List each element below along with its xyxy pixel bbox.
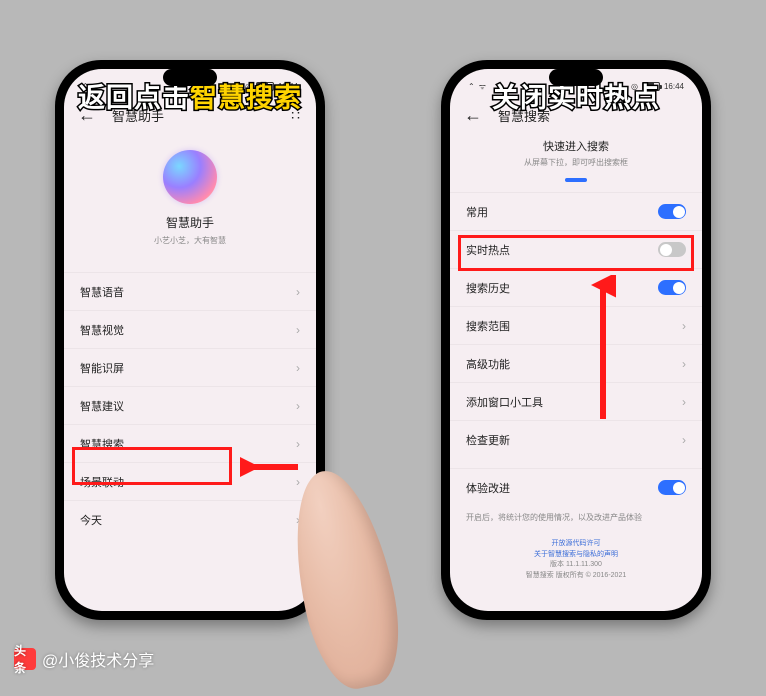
footer-copyright: 智慧搜索 版权所有 © 2016-2021 [450, 571, 702, 582]
footer-link[interactable]: 关于智慧搜索与隐私的声明 [450, 550, 702, 561]
item-label: 智能识屏 [80, 360, 124, 376]
toggle-switch[interactable] [658, 280, 686, 295]
item-label: 检查更新 [466, 432, 510, 448]
settings-list-2: 体验改进 [450, 468, 702, 506]
chevron-right-icon: › [296, 323, 300, 337]
phone-frame-left: ⌃ᯤ ◎16:44 ← 智慧助手 ∷ 智慧助手 小艺小芝，大有智慧 智慧语音› … [55, 60, 325, 620]
watermark-author: @小俊技术分享 [42, 647, 154, 671]
hero-section: 智慧助手 小艺小芝，大有智慧 [64, 132, 316, 266]
footer-version: 版本 11.1.11.300 [450, 560, 702, 571]
chevron-right-icon: › [682, 395, 686, 409]
list-item-experience[interactable]: 体验改进 [450, 468, 702, 506]
item-label: 搜索范围 [466, 318, 510, 334]
list-item-smart-search[interactable]: 智慧搜索 › [64, 424, 316, 462]
footer-link[interactable]: 开放源代码许可 [450, 539, 702, 550]
list-item-common[interactable]: 常用 [450, 192, 702, 230]
list-item-hot-topic[interactable]: 实时热点 [450, 230, 702, 268]
camera-notch [549, 69, 603, 86]
caption-white: 关闭实时热点 [492, 83, 660, 113]
toutiao-logo-icon: 头条 [14, 648, 36, 670]
caption-white: 返回点击 [78, 83, 190, 113]
footer-links: 开放源代码许可 关于智慧搜索与隐私的声明 版本 11.1.11.300 智慧搜索… [450, 539, 702, 581]
chevron-right-icon: › [296, 399, 300, 413]
experience-note: 开启后，将统计您的使用情况，以及改进产品体验 [450, 506, 702, 529]
list-item[interactable]: 搜索范围 › [450, 306, 702, 344]
item-label: 高级功能 [466, 356, 510, 372]
item-label: 搜索历史 [466, 280, 510, 296]
list-item[interactable]: 添加窗口小工具 › [450, 382, 702, 420]
settings-list: 智慧语音 › 智慧视觉 › 智能识屏 › 智慧建议 › 智慧搜索 › 场景联动 › 今天› [64, 272, 316, 538]
item-label: 智慧建议 [80, 398, 124, 414]
toggle-switch[interactable] [658, 242, 686, 257]
tip-illustration [565, 178, 587, 182]
item-label: 智慧搜索 [80, 436, 124, 452]
item-label: 场景联动 [80, 474, 124, 490]
hero-subtitle: 小艺小芝，大有智慧 [64, 235, 316, 246]
toggle-switch[interactable] [658, 480, 686, 495]
chevron-right-icon: › [296, 285, 300, 299]
phone-frame-right: ⌃ᯤ ◎16:44 ← 智慧搜索 快速进入搜索 从屏幕下拉，即可呼出搜索框 常用… [441, 60, 711, 620]
list-item[interactable]: 检查更新 › [450, 420, 702, 458]
item-label: 智慧语音 [80, 284, 124, 300]
list-item[interactable]: 智能识屏 › [64, 348, 316, 386]
left-panel: 返回点击智慧搜索 ⌃ᯤ ◎16:44 ← 智慧助手 ∷ 智慧助手 小艺小芝，大有… [0, 0, 380, 679]
item-label: 今天 [80, 512, 102, 528]
list-item[interactable]: 智慧视觉 › [64, 310, 316, 348]
item-label: 添加窗口小工具 [466, 394, 543, 410]
list-item[interactable]: 高级功能 › [450, 344, 702, 382]
tip-title: 快速进入搜索 [450, 138, 702, 154]
screen-right: ⌃ᯤ ◎16:44 ← 智慧搜索 快速进入搜索 从屏幕下拉，即可呼出搜索框 常用… [450, 69, 702, 611]
chevron-right-icon: › [296, 437, 300, 451]
item-label: 实时热点 [466, 242, 510, 258]
list-item[interactable]: 场景联动 › [64, 462, 316, 500]
chevron-right-icon: › [682, 357, 686, 371]
settings-list: 常用 实时热点 搜索历史 搜索范围 › 高级功能 › 添加窗口小工具 › 检查更新 › [450, 192, 702, 458]
tip-subtitle: 从屏幕下拉，即可呼出搜索框 [450, 157, 702, 168]
screen-left: ⌃ᯤ ◎16:44 ← 智慧助手 ∷ 智慧助手 小艺小芝，大有智慧 智慧语音› … [64, 69, 316, 611]
right-panel: 关闭实时热点 ⌃ᯤ ◎16:44 ← 智慧搜索 快速进入搜索 从屏幕下拉，即可呼… [386, 0, 766, 679]
list-item-history[interactable]: 搜索历史 [450, 268, 702, 306]
item-label: 智慧视觉 [80, 322, 124, 338]
chevron-right-icon: › [296, 475, 300, 489]
list-item[interactable]: 今天› [64, 500, 316, 538]
item-label: 体验改进 [466, 480, 510, 496]
list-item[interactable]: 智慧建议 › [64, 386, 316, 424]
camera-notch [163, 69, 217, 86]
caption-yellow: 智慧搜索 [190, 83, 302, 113]
chevron-right-icon: › [296, 361, 300, 375]
watermark: 头条 @小俊技术分享 [14, 647, 154, 671]
item-label: 常用 [466, 204, 488, 220]
chevron-right-icon: › [682, 433, 686, 447]
list-item[interactable]: 智慧语音 › [64, 272, 316, 310]
chevron-right-icon: › [682, 319, 686, 333]
toggle-switch[interactable] [658, 204, 686, 219]
hero-title: 智慧助手 [64, 214, 316, 231]
assistant-logo-icon [163, 150, 217, 204]
